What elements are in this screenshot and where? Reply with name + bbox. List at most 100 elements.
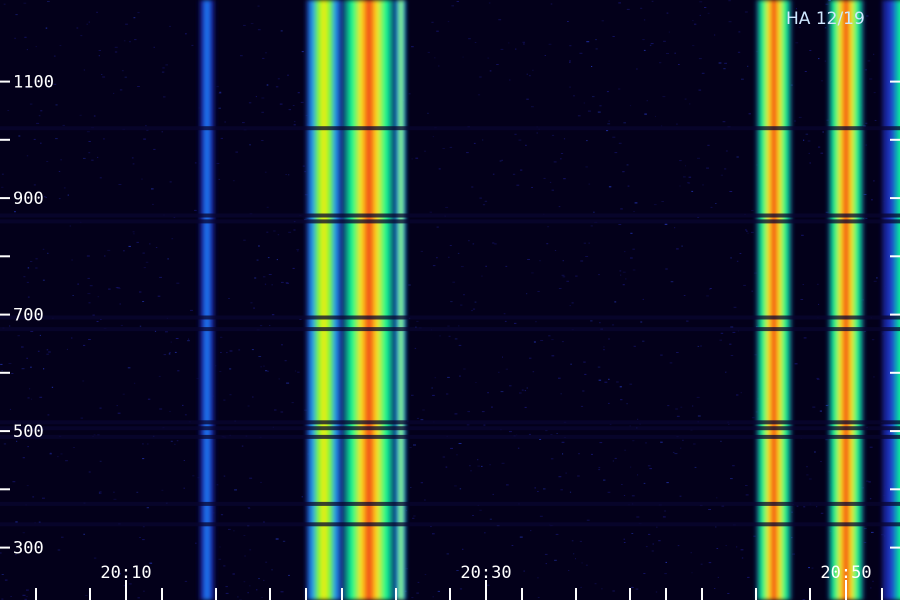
noise-speck: [226, 352, 228, 354]
noise-speck: [65, 460, 68, 462]
noise-speck: [258, 578, 260, 580]
noise-speck: [251, 349, 254, 351]
noise-speck: [139, 291, 142, 293]
x-minor-tick: [701, 588, 703, 600]
noise-speck: [698, 58, 702, 60]
noise-speck: [31, 398, 33, 400]
noise-speck: [612, 460, 614, 462]
noise-speck: [583, 361, 586, 363]
noise-speck: [243, 239, 246, 241]
intensity-band: [882, 0, 900, 600]
noise-speck: [561, 341, 564, 343]
noise-speck: [803, 337, 807, 339]
noise-speck: [571, 540, 574, 542]
noise-speck: [612, 590, 615, 592]
noise-speck: [522, 41, 525, 43]
noise-speck: [32, 496, 35, 498]
noise-speck: [264, 283, 267, 285]
noise-speck: [448, 335, 451, 337]
noise-speck: [281, 344, 283, 346]
noise-speck: [666, 12, 669, 14]
y-minor-tick: [0, 138, 10, 141]
noise-speck: [599, 105, 602, 107]
noise-speck: [133, 382, 136, 384]
noise-speck: [42, 497, 45, 499]
noise-speck: [524, 406, 527, 408]
noise-speck: [679, 495, 682, 497]
noise-speck: [644, 113, 647, 115]
noise-speck: [284, 360, 287, 362]
noise-speck: [80, 417, 84, 419]
noise-speck: [718, 62, 722, 64]
noise-speck: [631, 533, 634, 534]
noise-speck: [545, 430, 548, 432]
noise-speck: [655, 591, 658, 593]
noise-speck: [91, 159, 94, 161]
noise-speck: [88, 339, 91, 340]
noise-speck: [515, 48, 517, 50]
noise-speck: [873, 376, 875, 378]
noise-speck: [820, 152, 824, 154]
noise-speck: [437, 590, 440, 592]
noise-speck: [119, 89, 123, 91]
noise-speck: [586, 140, 588, 142]
noise-speck: [582, 390, 585, 392]
noise-speck: [57, 549, 61, 551]
noise-speck: [481, 411, 485, 413]
noise-speck: [152, 203, 154, 205]
noise-speck: [53, 83, 57, 85]
noise-speck: [171, 238, 174, 240]
noise-speck: [873, 92, 876, 94]
noise-speck: [46, 161, 49, 162]
noise-speck: [87, 293, 91, 295]
noise-speck: [876, 277, 878, 279]
noise-speck: [709, 288, 711, 290]
noise-speck: [550, 458, 554, 460]
noise-speck: [456, 570, 459, 571]
noise-speck: [550, 434, 553, 435]
noise-speck: [80, 35, 83, 37]
noise-speck: [39, 396, 43, 398]
noise-speck: [619, 270, 622, 272]
noise-speck: [632, 440, 635, 442]
noise-speck: [249, 549, 252, 551]
noise-speck: [288, 574, 290, 576]
noise-speck: [664, 223, 668, 225]
noise-speck: [716, 548, 719, 549]
noise-speck: [729, 343, 732, 345]
noise-speck: [271, 569, 273, 571]
noise-speck: [730, 257, 732, 259]
noise-speck: [633, 211, 635, 212]
noise-speck: [612, 136, 616, 138]
noise-speck: [548, 43, 552, 45]
noise-speck: [700, 345, 702, 347]
y-tick-right: [890, 430, 900, 433]
noise-speck: [591, 453, 593, 455]
noise-speck: [640, 321, 643, 323]
noise-speck: [145, 261, 149, 263]
noise-speck: [865, 122, 868, 124]
noise-speck: [182, 404, 184, 406]
noise-speck: [632, 248, 635, 250]
noise-speck: [469, 465, 471, 467]
noise-speck: [717, 576, 719, 578]
noise-speck: [543, 177, 546, 179]
noise-speck: [93, 115, 96, 117]
spectrogram-chart: 1100 900 700 500 300 20:10 20:30 20:50 HA 12/19: [0, 0, 900, 600]
noise-speck: [29, 103, 33, 105]
noise-speck: [60, 159, 62, 161]
y-tick: [0, 197, 10, 200]
noise-speck: [570, 363, 572, 365]
noise-speck: [682, 439, 684, 441]
noise-speck: [592, 96, 595, 98]
noise-speck: [608, 186, 612, 188]
noise-speck: [560, 393, 562, 395]
noise-speck: [414, 347, 417, 349]
noise-speck: [67, 194, 69, 196]
noise-speck: [803, 139, 805, 141]
noise-speck: [1, 173, 4, 175]
noise-speck: [477, 459, 479, 461]
noise-speck: [477, 94, 481, 96]
noise-speck: [509, 79, 511, 81]
noise-speck: [484, 532, 486, 534]
